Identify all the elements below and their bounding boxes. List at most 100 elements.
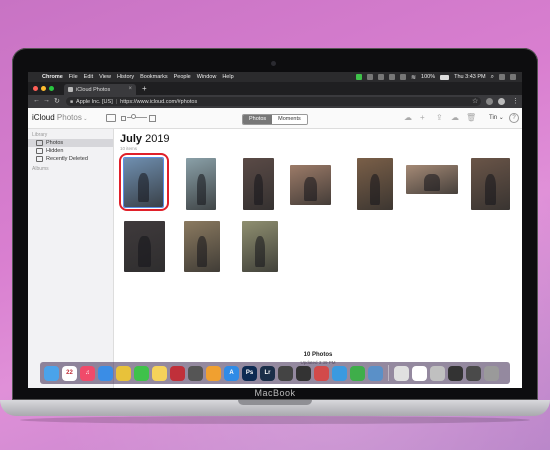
menu-app[interactable]: Chrome: [42, 74, 63, 80]
menu-people[interactable]: People: [174, 74, 191, 80]
back-icon[interactable]: ←: [33, 97, 40, 104]
photo-subject: [196, 236, 208, 267]
control-icon[interactable]: [499, 74, 505, 80]
browser-menu-icon[interactable]: ⋮: [512, 97, 519, 105]
activity-icon[interactable]: [296, 365, 311, 381]
notes-icon[interactable]: [152, 365, 167, 381]
tray-icon-2[interactable]: [367, 74, 374, 80]
menubar-clock[interactable]: Thu 3:43 PM: [454, 74, 486, 80]
new-tab-button[interactable]: +: [142, 84, 147, 93]
zoom-slider-knob[interactable]: [131, 114, 136, 119]
music-icon[interactable]: ♫: [80, 365, 95, 381]
sidebar-item-recently-deleted[interactable]: Recently Deleted: [28, 155, 113, 163]
menu-window[interactable]: Window: [197, 74, 217, 80]
photos-icon[interactable]: [206, 365, 221, 381]
photo-subject: [304, 177, 317, 201]
photo-thumbnail-5[interactable]: [357, 158, 393, 210]
app-header: iCloud Photos ⌄ Photos Moments ☁ + ⇪ ☁ 🗑…: [28, 108, 522, 129]
messages-icon[interactable]: [134, 365, 149, 381]
screen: Chrome File Edit View History Bookmarks …: [28, 72, 522, 388]
lightroom-icon[interactable]: Lr: [260, 365, 275, 381]
tray-icon-5[interactable]: [400, 74, 407, 80]
battery-icon[interactable]: [440, 74, 450, 80]
zoom-slider-track[interactable]: [127, 117, 147, 118]
app-23-icon[interactable]: [448, 365, 463, 381]
photo-thumbnail-6[interactable]: [406, 165, 458, 194]
wifi-icon[interactable]: ≋: [411, 74, 416, 81]
photo-subject: [484, 173, 497, 205]
photo-thumbnail-10[interactable]: [242, 221, 278, 272]
photo-thumbnail-4[interactable]: [290, 165, 331, 205]
help-button[interactable]: ?: [509, 113, 519, 123]
sidebar-toggle-icon[interactable]: [106, 114, 116, 122]
menu-history[interactable]: History: [117, 74, 134, 80]
photo-subject: [369, 173, 381, 205]
address-bar[interactable]: ■ Apple Inc. [US] | https://www.icloud.c…: [66, 97, 481, 106]
app-22-icon[interactable]: [430, 365, 445, 381]
close-window-button[interactable]: [33, 86, 38, 91]
trash-icon[interactable]: 🗑: [466, 113, 476, 122]
photo-grid-area: July 2019 10 items 10 Photos Updated 3:3…: [114, 129, 522, 388]
app-store-icon[interactable]: A: [224, 365, 239, 381]
user-menu[interactable]: Tin ⌄: [489, 114, 504, 121]
app-24-icon[interactable]: [466, 365, 481, 381]
line-icon[interactable]: [356, 74, 363, 80]
calendar-icon[interactable]: 22: [62, 365, 77, 381]
menu-file[interactable]: File: [69, 74, 78, 80]
tab-moments[interactable]: Moments: [272, 115, 307, 124]
app-14-icon[interactable]: [278, 365, 293, 381]
add-icon[interactable]: +: [420, 113, 425, 122]
bookmark-star-icon[interactable]: ☆: [472, 97, 478, 105]
menu-help[interactable]: Help: [222, 74, 233, 80]
extension-icon[interactable]: [486, 98, 493, 105]
app-9-icon[interactable]: [188, 365, 203, 381]
photo-thumbnail-8[interactable]: [124, 221, 165, 272]
hidden-folder-icon: [36, 148, 43, 154]
share-icon[interactable]: ⇪: [436, 113, 443, 122]
safari-icon[interactable]: [98, 365, 113, 381]
photo-subject: [254, 236, 266, 267]
trash-folder-icon: [36, 156, 43, 162]
notification-center-icon[interactable]: [510, 74, 516, 80]
menu-view[interactable]: View: [99, 74, 111, 80]
zoom-out-icon[interactable]: [121, 116, 126, 121]
minimize-window-button[interactable]: [41, 86, 46, 91]
tab-close-icon[interactable]: ×: [128, 86, 132, 92]
sidebar-item-label: Recently Deleted: [46, 156, 88, 162]
spotlight-icon[interactable]: ⌕: [491, 74, 494, 81]
photo-thumbnail-7[interactable]: [471, 158, 510, 210]
upload-cloud-icon[interactable]: ☁: [404, 113, 412, 122]
zoom-window-button[interactable]: [49, 86, 54, 91]
battery-percent[interactable]: 100%: [421, 74, 435, 80]
sidebar-section-library: Library: [32, 132, 48, 138]
chrome-icon[interactable]: [116, 365, 131, 381]
app-21-icon[interactable]: [412, 365, 427, 381]
app-16-icon[interactable]: [314, 365, 329, 381]
photoshop-icon[interactable]: Ps: [242, 365, 257, 381]
photo-thumbnail-9[interactable]: [184, 221, 220, 272]
menu-edit[interactable]: Edit: [84, 74, 93, 80]
evernote-icon[interactable]: [350, 365, 365, 381]
forward-icon[interactable]: →: [43, 97, 50, 104]
app-20-icon[interactable]: [394, 365, 409, 381]
tab-photos[interactable]: Photos: [243, 115, 273, 124]
month-year: 2019: [145, 133, 170, 145]
reload-icon[interactable]: ↻: [54, 97, 60, 105]
trash-icon[interactable]: [484, 365, 499, 381]
preview-icon[interactable]: [368, 365, 383, 381]
sidebar-item-hidden[interactable]: Hidden: [28, 147, 113, 155]
finder-icon[interactable]: [44, 365, 59, 381]
tray-icon-4[interactable]: [389, 74, 396, 80]
download-cloud-icon[interactable]: ☁: [451, 113, 459, 122]
photo-thumbnail-2[interactable]: [186, 158, 216, 210]
zoom-in-icon[interactable]: [149, 115, 156, 122]
browser-tab[interactable]: iCloud Photos ×: [64, 84, 136, 95]
sidebar-item-photos[interactable]: Photos: [28, 139, 113, 147]
photo-booth-icon[interactable]: [170, 365, 185, 381]
photo-thumbnail-3[interactable]: [243, 158, 274, 210]
profile-avatar-icon[interactable]: [498, 98, 505, 105]
icloud-photos-logo[interactable]: iCloud Photos ⌄: [32, 113, 87, 122]
menu-bookmarks[interactable]: Bookmarks: [140, 74, 168, 80]
app-17-icon[interactable]: [332, 365, 347, 381]
tray-icon-3[interactable]: [378, 74, 385, 80]
